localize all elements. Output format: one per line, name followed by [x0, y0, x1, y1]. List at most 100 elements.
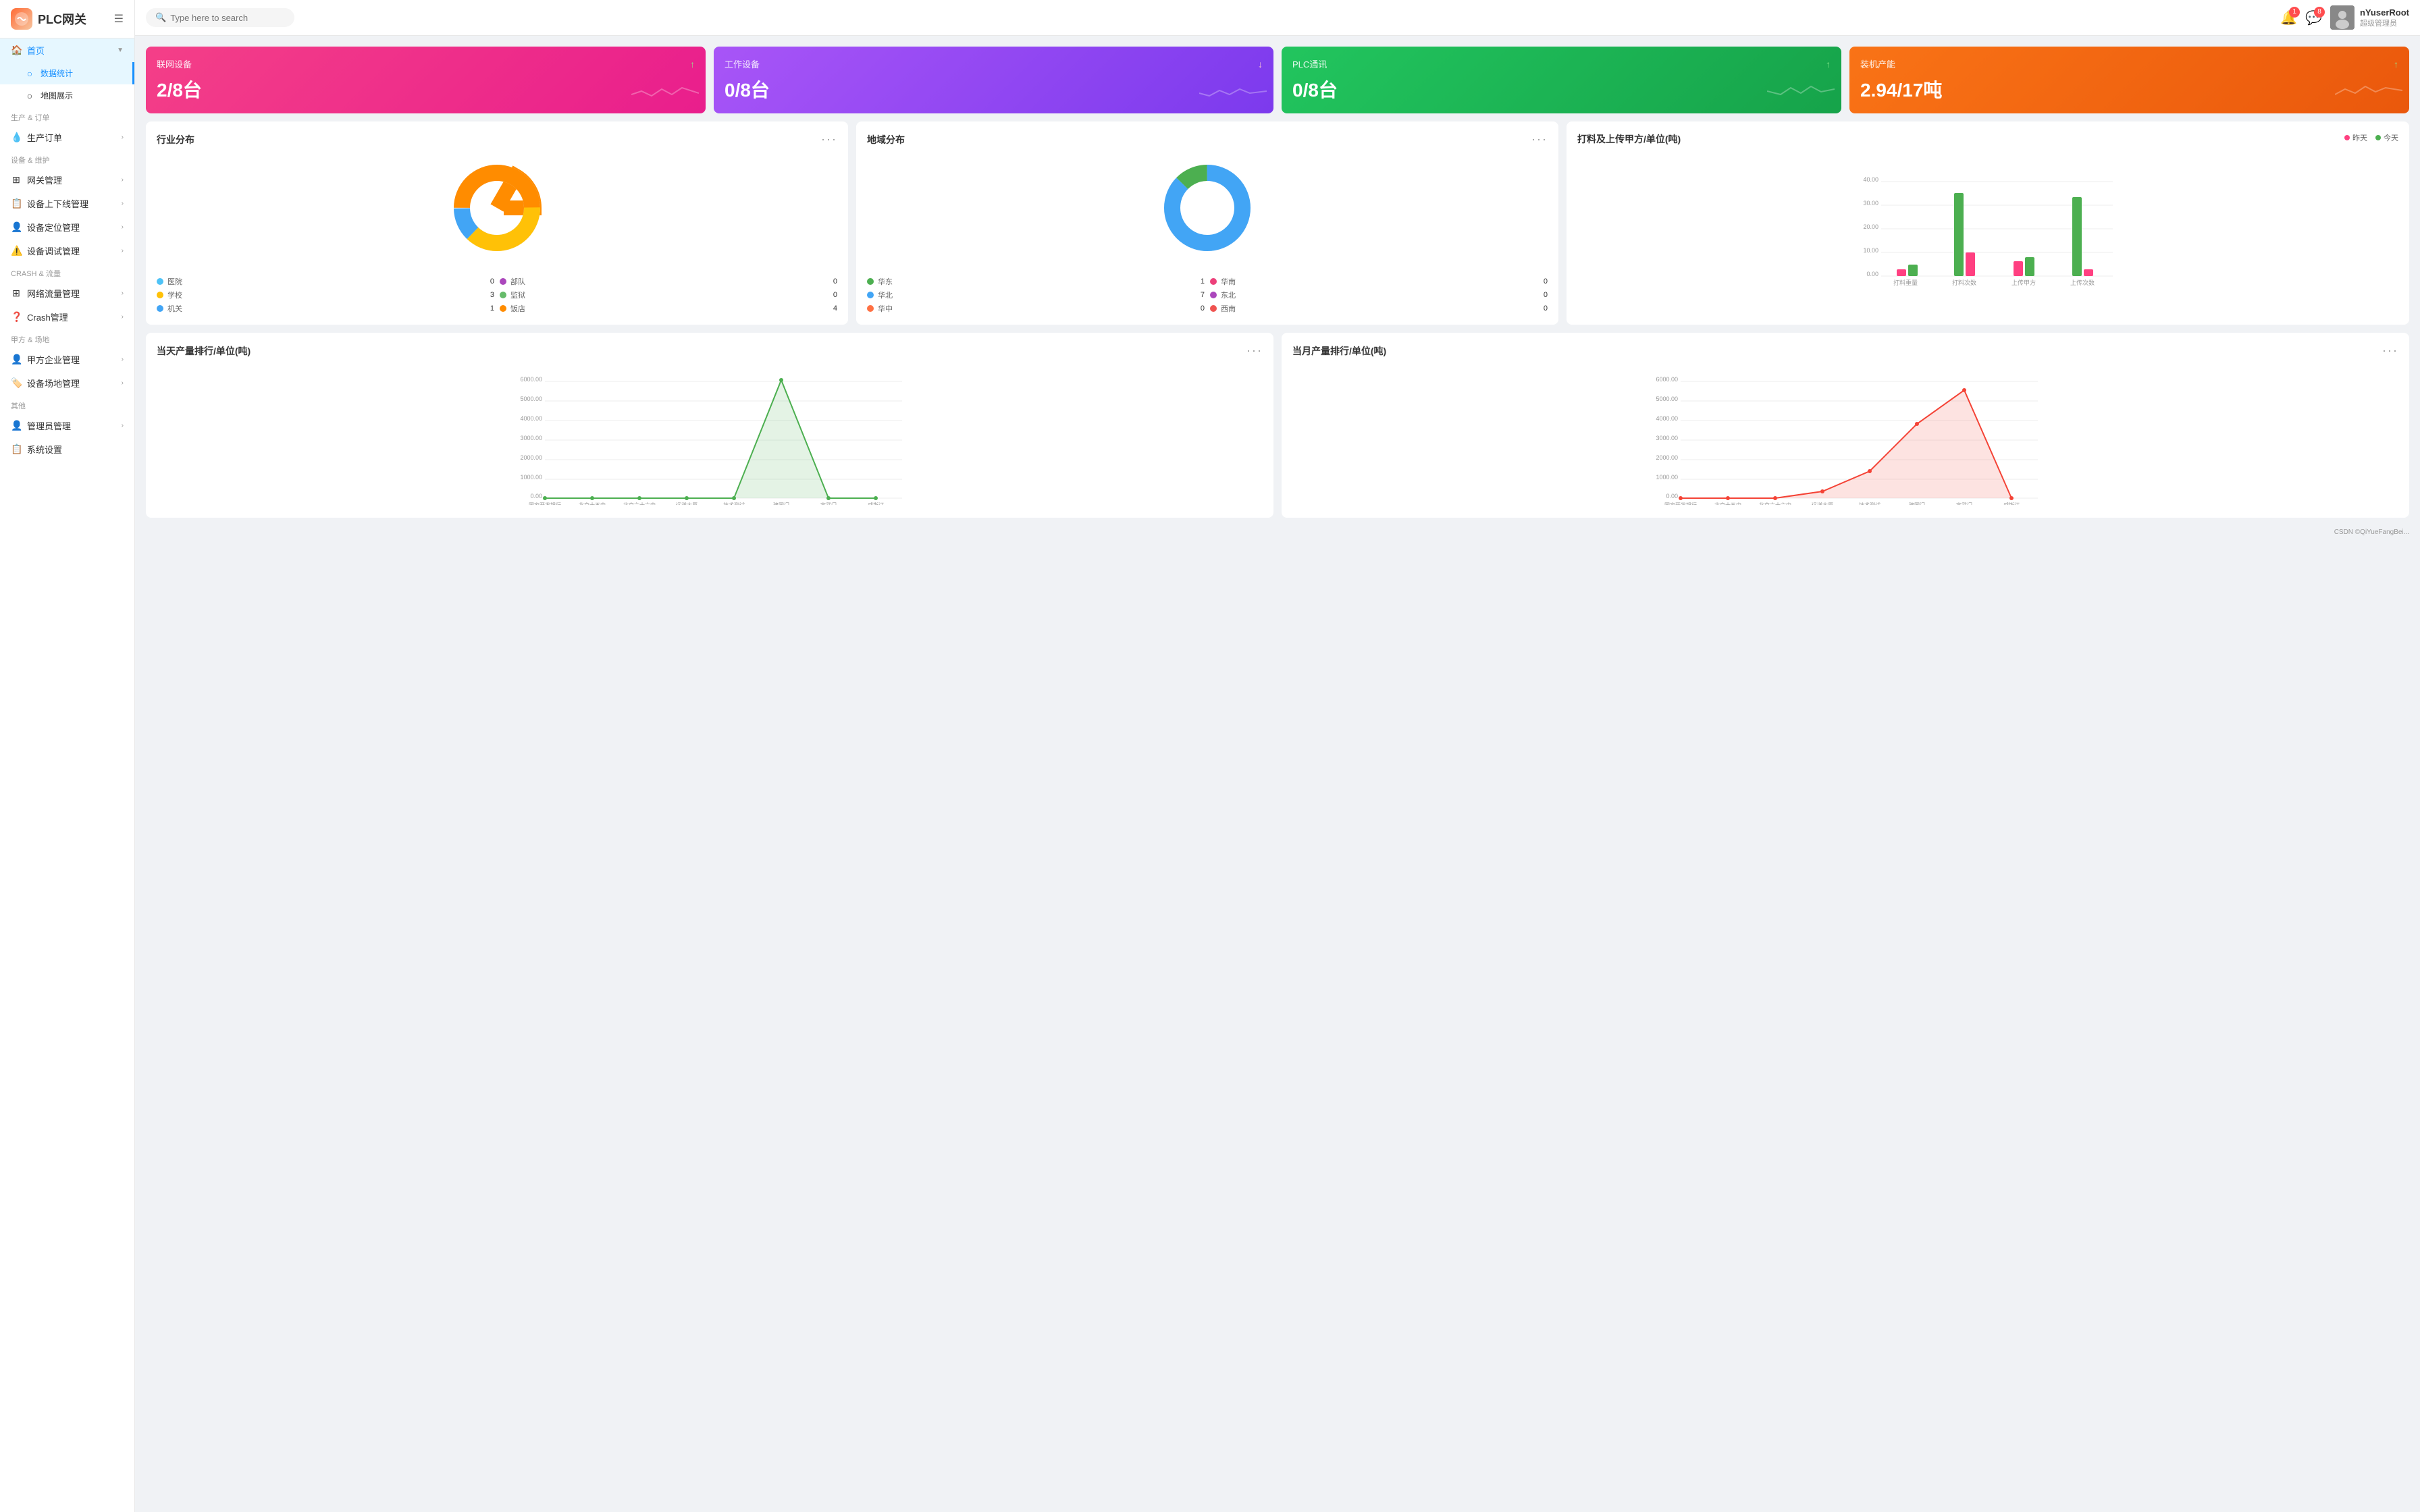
svg-text:4000.00: 4000.00: [520, 415, 542, 422]
sidebar-item-data-stats-label: 数据统计: [41, 68, 73, 79]
region-chart-card: 地域分布 ···: [856, 122, 1558, 325]
wave-decoration4: [2335, 81, 2402, 107]
legend-prison: 监狱 0: [500, 290, 837, 300]
sidebar-item-client-mgmt[interactable]: 👤 甲方企业管理 ›: [0, 348, 134, 371]
notification-chat-button[interactable]: 💬 8: [2305, 9, 2322, 26]
sidebar-item-gateway-label: 网关管理: [27, 173, 62, 186]
daily-chart-more[interactable]: ···: [1246, 344, 1263, 358]
user-details: nYuserRoot 超级管理员: [2360, 7, 2409, 28]
notif2-badge: 8: [2314, 7, 2325, 18]
upload-chart-title: 打料及上传甲方/单位(吨): [1577, 132, 1681, 146]
monthly-chart-more[interactable]: ···: [2382, 344, 2398, 358]
monthly-line-chart: 0.00 1000.00 2000.00 3000.00 4000.00 500…: [1292, 363, 2398, 505]
region-chart-more[interactable]: ···: [1531, 132, 1548, 146]
svg-text:0.00: 0.00: [1666, 493, 1678, 500]
sidebar-item-admin-mgmt[interactable]: 👤 管理员管理 ›: [0, 414, 134, 437]
topbar: 🔍 🔔 1 💬 8 nYuse: [135, 0, 2420, 36]
svg-text:2000.00: 2000.00: [1656, 454, 1678, 461]
chevron-right-icon3: ›: [122, 200, 124, 207]
sidebar-item-site-label: 设备场地管理: [27, 377, 80, 389]
legend-east: 华东 1: [867, 276, 1205, 287]
stat-card-connected: 联网设备 ↑ 2/8台: [146, 47, 706, 113]
industry-chart-more[interactable]: ···: [821, 132, 837, 146]
legend-today: 今天: [2375, 132, 2398, 143]
sidebar-item-home-label: 首页: [27, 44, 45, 57]
svg-text:0.00: 0.00: [530, 493, 542, 500]
notification-bell-button[interactable]: 🔔 1: [2280, 9, 2297, 26]
monthly-chart-title: 当月产量排行/单位(吨): [1292, 344, 1386, 358]
svg-text:6000.00: 6000.00: [520, 376, 542, 383]
sidebar-item-device-online[interactable]: 📋 设备上下线管理 ›: [0, 192, 134, 215]
gateway-icon: ⊞: [11, 174, 22, 186]
sidebar-item-map-view[interactable]: ○ 地图展示: [0, 84, 134, 107]
svg-text:技术测试: 技术测试: [723, 502, 745, 505]
section-label-client: 甲方 & 场地: [0, 329, 134, 348]
topbar-right: 🔔 1 💬 8 nYuserRoot 超级管理员: [2280, 5, 2409, 30]
search-box[interactable]: 🔍: [146, 8, 294, 27]
sidebar-item-production-label: 生产订单: [27, 131, 62, 144]
stat-card-working-value: 0/8台: [725, 76, 1263, 103]
svg-text:5000.00: 5000.00: [520, 396, 542, 402]
device-online-icon: 📋: [11, 198, 22, 209]
sidebar-item-network-label: 网络流量管理: [27, 287, 80, 300]
svg-text:宣武门: 宣武门: [1956, 502, 1972, 505]
region-legend: 华东 1 华南 0 华北 7 东北: [867, 276, 1548, 314]
sidebar-item-device-debug[interactable]: ⚠️ 设备调试管理 ›: [0, 239, 134, 263]
footer: CSDN ©QiYueFangBei...: [146, 526, 2409, 539]
chevron-right-icon7: ›: [122, 313, 124, 321]
legend-northeast: 东北 0: [1210, 290, 1548, 300]
stat-card-plc-title: PLC通讯 ↑: [1292, 57, 1831, 70]
search-input[interactable]: [170, 13, 278, 23]
user-profile[interactable]: nYuserRoot 超级管理员: [2330, 5, 2409, 30]
svg-text:3000.00: 3000.00: [520, 435, 542, 441]
upload-chart-header: 打料及上传甲方/单位(吨) 昨天 今天: [1577, 132, 2398, 146]
industry-legend: 医院 0 部队 0 学校 3 监狱: [157, 276, 837, 314]
stat-card-connected-title: 联网设备 ↑: [157, 57, 695, 70]
svg-text:30.00: 30.00: [1863, 200, 1878, 207]
network-icon: ⊞: [11, 288, 22, 299]
sidebar-item-device-location[interactable]: 👤 设备定位管理 ›: [0, 215, 134, 239]
upload-chart-card: 打料及上传甲方/单位(吨) 昨天 今天 0.00: [1567, 122, 2409, 325]
chevron-right-icon9: ›: [122, 379, 124, 387]
sidebar-menu-toggle[interactable]: ☰: [114, 12, 124, 26]
svg-text:威斯汀: 威斯汀: [2003, 502, 2020, 505]
sidebar-item-production-order[interactable]: 💧 生产订单 ›: [0, 126, 134, 149]
monthly-chart-header: 当月产量排行/单位(吨) ···: [1292, 344, 2398, 358]
svg-text:北京十五中: 北京十五中: [1714, 502, 1741, 505]
region-donut-container: [867, 152, 1548, 271]
notif1-badge: 1: [2289, 7, 2300, 18]
sidebar-item-settings-label: 系统设置: [27, 443, 62, 456]
daily-line-chart: 0.00 1000.00 2000.00 3000.00 4000.00 500…: [157, 363, 1263, 505]
sidebar-item-crash-label: Crash管理: [27, 310, 68, 323]
svg-text:打料重量: 打料重量: [1893, 279, 1918, 286]
sidebar-item-crash-mgmt[interactable]: ❓ Crash管理 ›: [0, 305, 134, 329]
monthly-chart-card: 当月产量排行/单位(吨) ··· 0.00 1000.00 2000.00 30…: [1282, 333, 2409, 518]
svg-text:技术测试: 技术测试: [1859, 502, 1880, 505]
chevron-right-icon6: ›: [122, 290, 124, 297]
sidebar-item-data-stats[interactable]: ○ 数据统计: [0, 62, 134, 84]
sidebar-item-device-location-label: 设备定位管理: [27, 221, 80, 234]
sidebar-logo-icon: [11, 8, 32, 30]
stat-card-working: 工作设备 ↓ 0/8台: [714, 47, 1273, 113]
chevron-right-icon2: ›: [122, 176, 124, 184]
sidebar-item-device-site[interactable]: 🏷️ 设备场地管理 ›: [0, 371, 134, 395]
sidebar-item-client-label: 甲方企业管理: [27, 353, 80, 366]
region-chart-title: 地域分布: [867, 133, 905, 146]
svg-text:5000.00: 5000.00: [1656, 396, 1678, 402]
wave-decoration2: [1199, 81, 1267, 107]
svg-text:4000.00: 4000.00: [1656, 415, 1678, 422]
device-debug-icon: ⚠️: [11, 245, 22, 256]
sidebar-item-sys-settings[interactable]: 📋 系统设置: [0, 437, 134, 461]
client-icon: 👤: [11, 354, 22, 365]
sidebar-item-network-flow[interactable]: ⊞ 网络流量管理 ›: [0, 281, 134, 305]
upload-bar-chart: 0.00 10.00 20.00 30.00 40.00: [1577, 151, 2398, 286]
upload-chart-legend: 昨天 今天: [2344, 132, 2398, 143]
sidebar-item-home[interactable]: 🏠 首页 ▼: [0, 38, 134, 62]
search-icon: 🔍: [155, 12, 166, 23]
daily-chart-header: 当天产量排行/单位(吨) ···: [157, 344, 1263, 358]
section-label-device: 设备 & 维护: [0, 149, 134, 168]
stat-card-connected-value: 2/8台: [157, 76, 695, 103]
svg-text:3000.00: 3000.00: [1656, 435, 1678, 441]
arrow-up-icon2: ↑: [1826, 59, 1831, 70]
sidebar-item-gateway-mgmt[interactable]: ⊞ 网关管理 ›: [0, 168, 134, 192]
